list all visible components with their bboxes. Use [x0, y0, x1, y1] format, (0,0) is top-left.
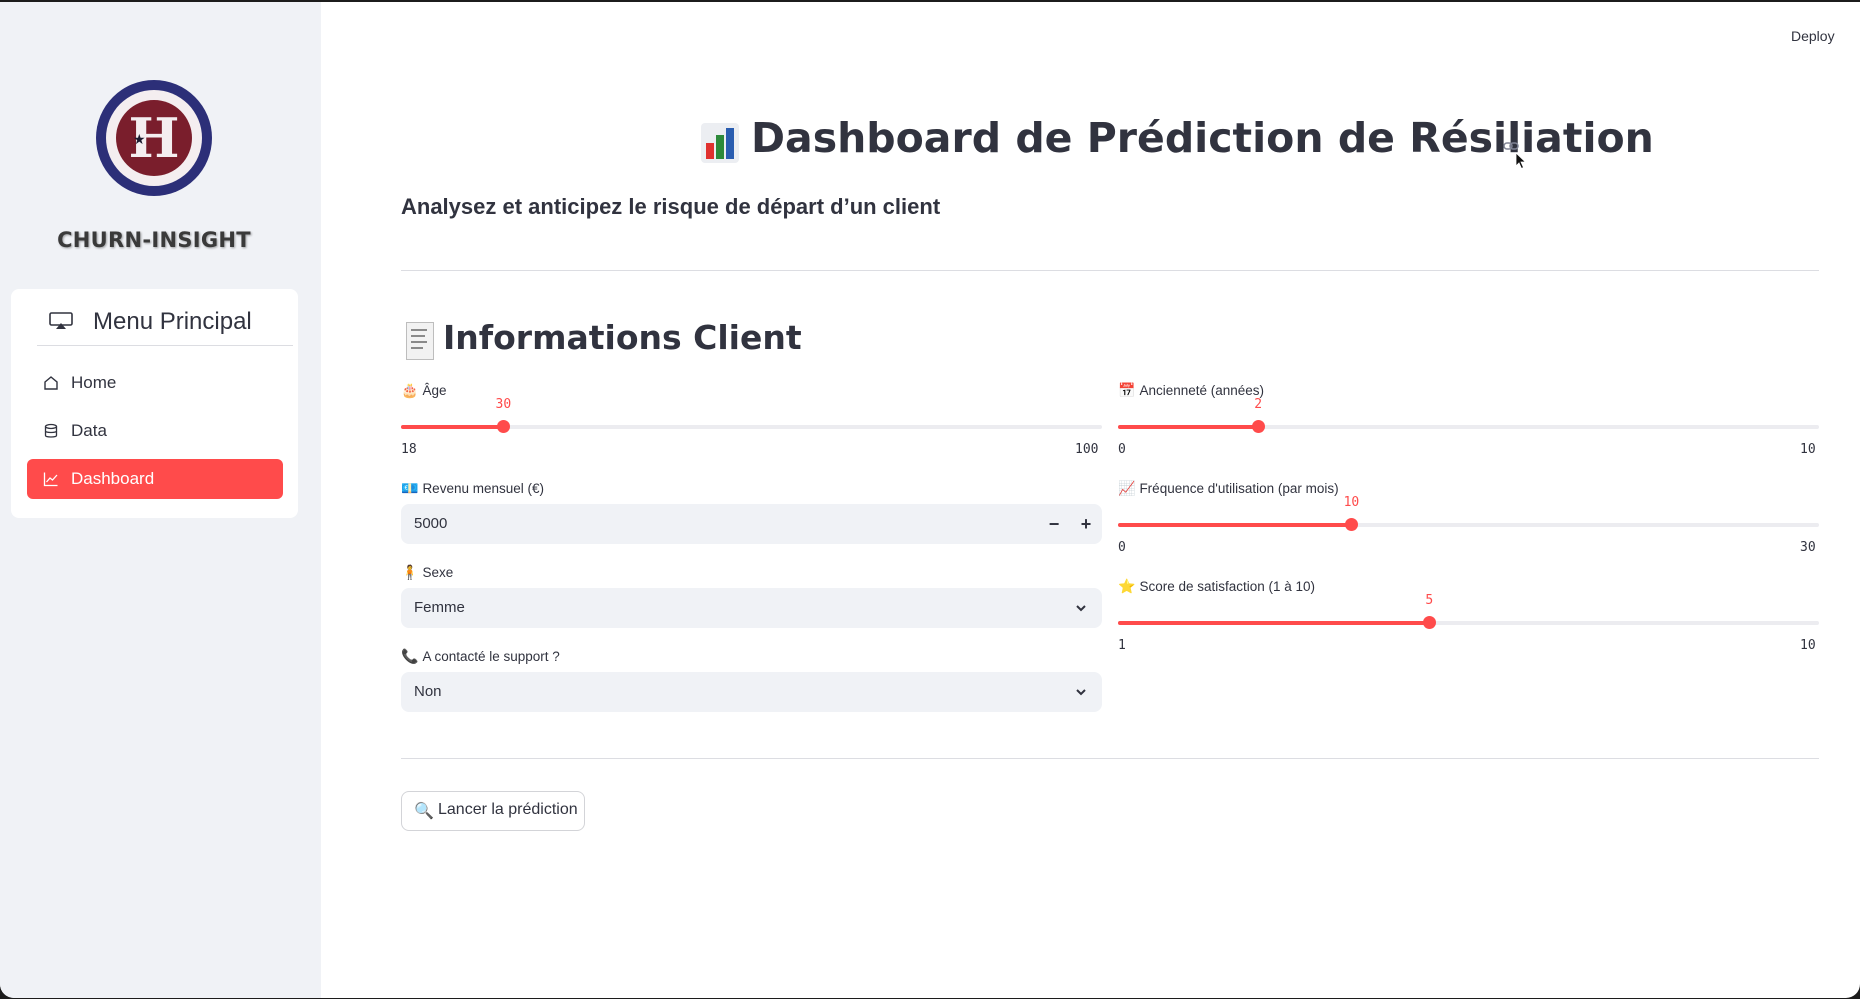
sexe-label: 🧍 Sexe [401, 564, 453, 581]
divider [401, 758, 1819, 759]
predict-button-label: Lancer la prédiction [438, 801, 578, 818]
satisfaction-slider[interactable]: 5 [1118, 593, 1819, 629]
satisfaction-slider-thumb[interactable] [1423, 616, 1437, 629]
support-label-text: A contacté le support ? [422, 649, 560, 664]
main-content: Deploy Dashboard de Prédiction de Résili… [321, 2, 1860, 998]
divider [401, 270, 1819, 271]
support-value: Non [414, 683, 442, 700]
money-icon: 💶 [401, 480, 419, 496]
house-icon [44, 376, 58, 390]
cake-icon: 🎂 [401, 382, 419, 398]
section-title: Informations Client [443, 318, 802, 357]
increment-button[interactable]: + [1076, 514, 1096, 535]
anciennete-value: 2 [1254, 397, 1263, 412]
frequence-label: 📈 Fréquence d'utilisation (par mois) [1118, 480, 1339, 497]
chevron-down-icon [1076, 605, 1086, 612]
sidebar-item-home[interactable]: Home [27, 363, 283, 403]
anciennete-max: 10 [1800, 442, 1816, 457]
chart-up-icon: 📈 [1118, 480, 1136, 496]
predict-button[interactable]: 🔍 Lancer la prédiction [401, 791, 585, 831]
anciennete-min: 0 [1118, 442, 1126, 457]
revenue-input[interactable]: 5000 − + [401, 504, 1102, 544]
age-slider[interactable]: 30 [401, 397, 1102, 433]
chart-line-icon [43, 472, 58, 487]
satisfaction-min: 1 [1118, 638, 1126, 653]
age-label: 🎂 Âge [401, 382, 446, 399]
chevron-down-icon [1076, 689, 1086, 696]
revenue-value: 5000 [414, 515, 448, 532]
app-logo: H ★ [96, 80, 212, 196]
frequence-max: 30 [1800, 540, 1816, 555]
phone-icon: 📞 [401, 648, 419, 664]
anciennete-label: 📅 Ancienneté (années) [1118, 382, 1264, 399]
logo-letter: H [128, 106, 180, 170]
anciennete-label-text: Ancienneté (années) [1139, 383, 1265, 398]
revenue-label: 💶 Revenu mensuel (€) [401, 480, 544, 497]
sidebar-item-label: Data [71, 421, 107, 440]
frequence-label-text: Fréquence d'utilisation (par mois) [1139, 481, 1339, 496]
sidebar-item-label: Home [71, 373, 117, 392]
menu-header: Menu Principal [37, 301, 293, 346]
satisfaction-label-text: Score de satisfaction (1 à 10) [1139, 579, 1316, 594]
magnifier-icon: 🔍 [414, 803, 434, 820]
satisfaction-max: 10 [1800, 638, 1816, 653]
receipt-icon [406, 322, 434, 360]
brand-name: CHURN-INSIGHT [57, 228, 251, 252]
anciennete-slider-thumb[interactable] [1252, 420, 1266, 433]
deploy-button[interactable]: Deploy [1791, 28, 1835, 44]
person-icon: 🧍 [401, 564, 419, 580]
mouse-cursor-icon [1515, 152, 1527, 170]
frequence-slider[interactable]: 10 [1118, 495, 1819, 531]
age-slider-thumb[interactable] [497, 420, 511, 433]
anciennete-slider[interactable]: 2 [1118, 397, 1819, 433]
calendar-icon: 📅 [1118, 382, 1136, 398]
decrement-button[interactable]: − [1044, 514, 1064, 535]
sexe-label-text: Sexe [422, 565, 454, 580]
frequence-value: 10 [1343, 495, 1360, 510]
page-subtitle: Analysez et anticipez le risque de dépar… [401, 194, 941, 219]
sidebar: H ★ CHURN-INSIGHT Menu Principal Home Da… [0, 2, 321, 998]
link-icon[interactable] [1503, 141, 1519, 151]
support-label: 📞 A contacté le support ? [401, 648, 560, 665]
sexe-select[interactable]: Femme [401, 588, 1102, 628]
age-min: 18 [401, 442, 417, 457]
frequence-slider-thumb[interactable] [1345, 518, 1359, 531]
satisfaction-value: 5 [1425, 593, 1434, 608]
sidebar-item-data[interactable]: Data [27, 411, 283, 451]
satisfaction-label: ⭐ Score de satisfaction (1 à 10) [1118, 578, 1315, 595]
sexe-value: Femme [414, 599, 465, 616]
database-icon [44, 423, 58, 438]
sidebar-item-label: Dashboard [71, 469, 155, 488]
support-select[interactable]: Non [401, 672, 1102, 712]
airplay-icon [49, 312, 73, 329]
age-max: 100 [1075, 442, 1099, 457]
sidebar-menu: Menu Principal Home Data Dashboard [11, 289, 298, 518]
star-icon: ⭐ [1118, 578, 1136, 594]
age-label-text: Âge [422, 383, 447, 398]
app-window: H ★ CHURN-INSIGHT Menu Principal Home Da… [0, 2, 1860, 998]
sidebar-item-dashboard[interactable]: Dashboard [27, 459, 283, 499]
menu-title: Menu Principal [93, 308, 252, 335]
bar-chart-icon [701, 123, 739, 163]
revenue-label-text: Revenu mensuel (€) [422, 481, 544, 496]
age-value: 30 [495, 397, 512, 412]
frequence-min: 0 [1118, 540, 1126, 555]
logo-star-icon: ★ [133, 131, 146, 147]
